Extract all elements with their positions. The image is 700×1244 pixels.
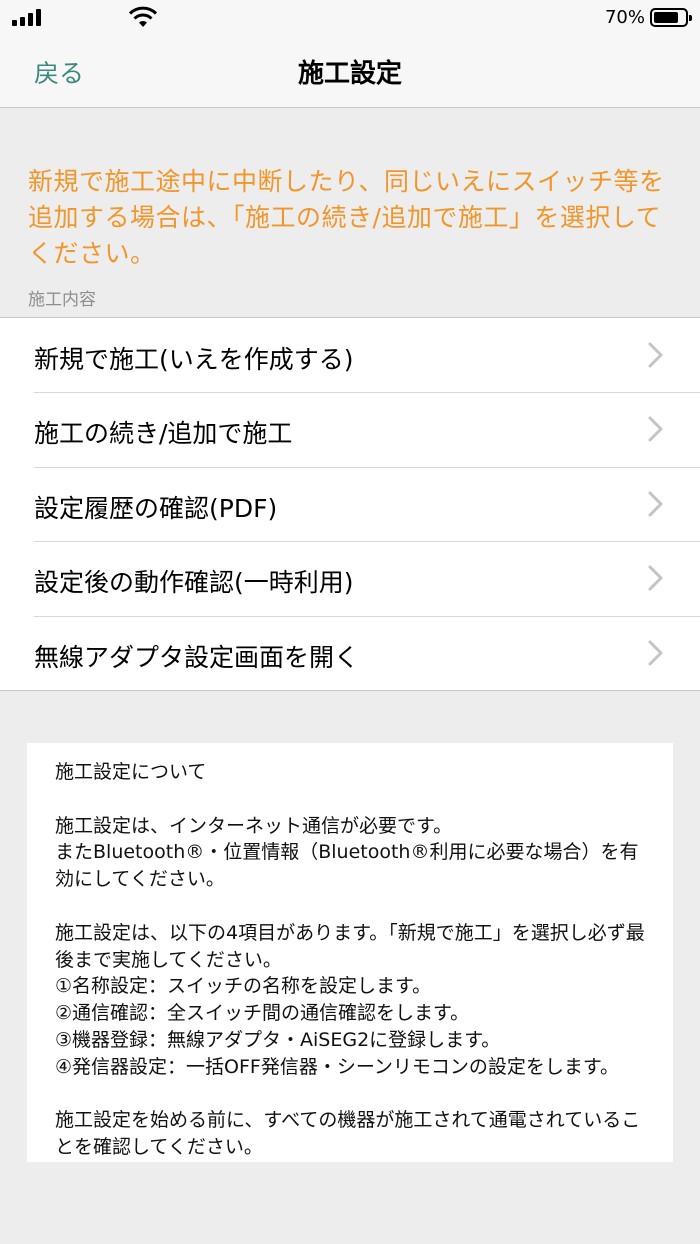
menu-item-operation-check[interactable]: 設定後の動作確認(一時利用): [0, 541, 700, 615]
notice-text: 新規で施工途中に中断したり、同じいえにスイッチ等を追加する場合は、「施工の続き/…: [28, 167, 665, 268]
menu-item-wireless-adapter[interactable]: 無線アダプタ設定画面を開く: [0, 615, 700, 690]
info-text: 施工設定について 施工設定は、インターネット通信が必要です。 またBluetoo…: [55, 761, 645, 1159]
menu-item-label: 施工の続き/追加で施工: [34, 419, 293, 449]
section-header: 施工内容: [28, 290, 96, 310]
wifi-icon: [128, 6, 158, 27]
page-title: 施工設定: [297, 59, 402, 89]
menu-item-label: 無線アダプタ設定画面を開く: [34, 642, 360, 672]
battery-percentage: 70%: [604, 7, 645, 28]
chevron-right-icon: [648, 416, 663, 442]
navigation-bar: 戻る 施工設定: [0, 36, 700, 108]
chevron-right-icon: [648, 491, 663, 517]
menu-item-label: 新規で施工(いえを作成する): [34, 345, 354, 374]
menu-item-continue-construction[interactable]: 施工の続き/追加で施工: [0, 392, 700, 466]
status-bar: 70%: [0, 0, 700, 36]
chevron-right-icon: [648, 342, 663, 368]
menu-item-setting-history[interactable]: 設定履歴の確認(PDF): [0, 466, 700, 541]
menu-item-label: 設定履歴の確認(PDF): [34, 493, 278, 523]
menu-item-new-construction[interactable]: 新規で施工(いえを作成する): [0, 318, 700, 392]
cellular-signal-icon: [12, 8, 44, 26]
menu-item-label: 設定後の動作確認(一時利用): [34, 568, 354, 598]
info-text-box[interactable]: 施工設定について 施工設定は、インターネット通信が必要です。 またBluetoo…: [27, 743, 673, 1162]
battery-icon: [650, 8, 692, 27]
chevron-right-icon: [648, 640, 663, 666]
construction-menu-list: 新規で施工(いえを作成する) 施工の続き/追加で施工 設定履歴の確認(PDF) …: [0, 317, 700, 691]
chevron-right-icon: [648, 565, 663, 591]
